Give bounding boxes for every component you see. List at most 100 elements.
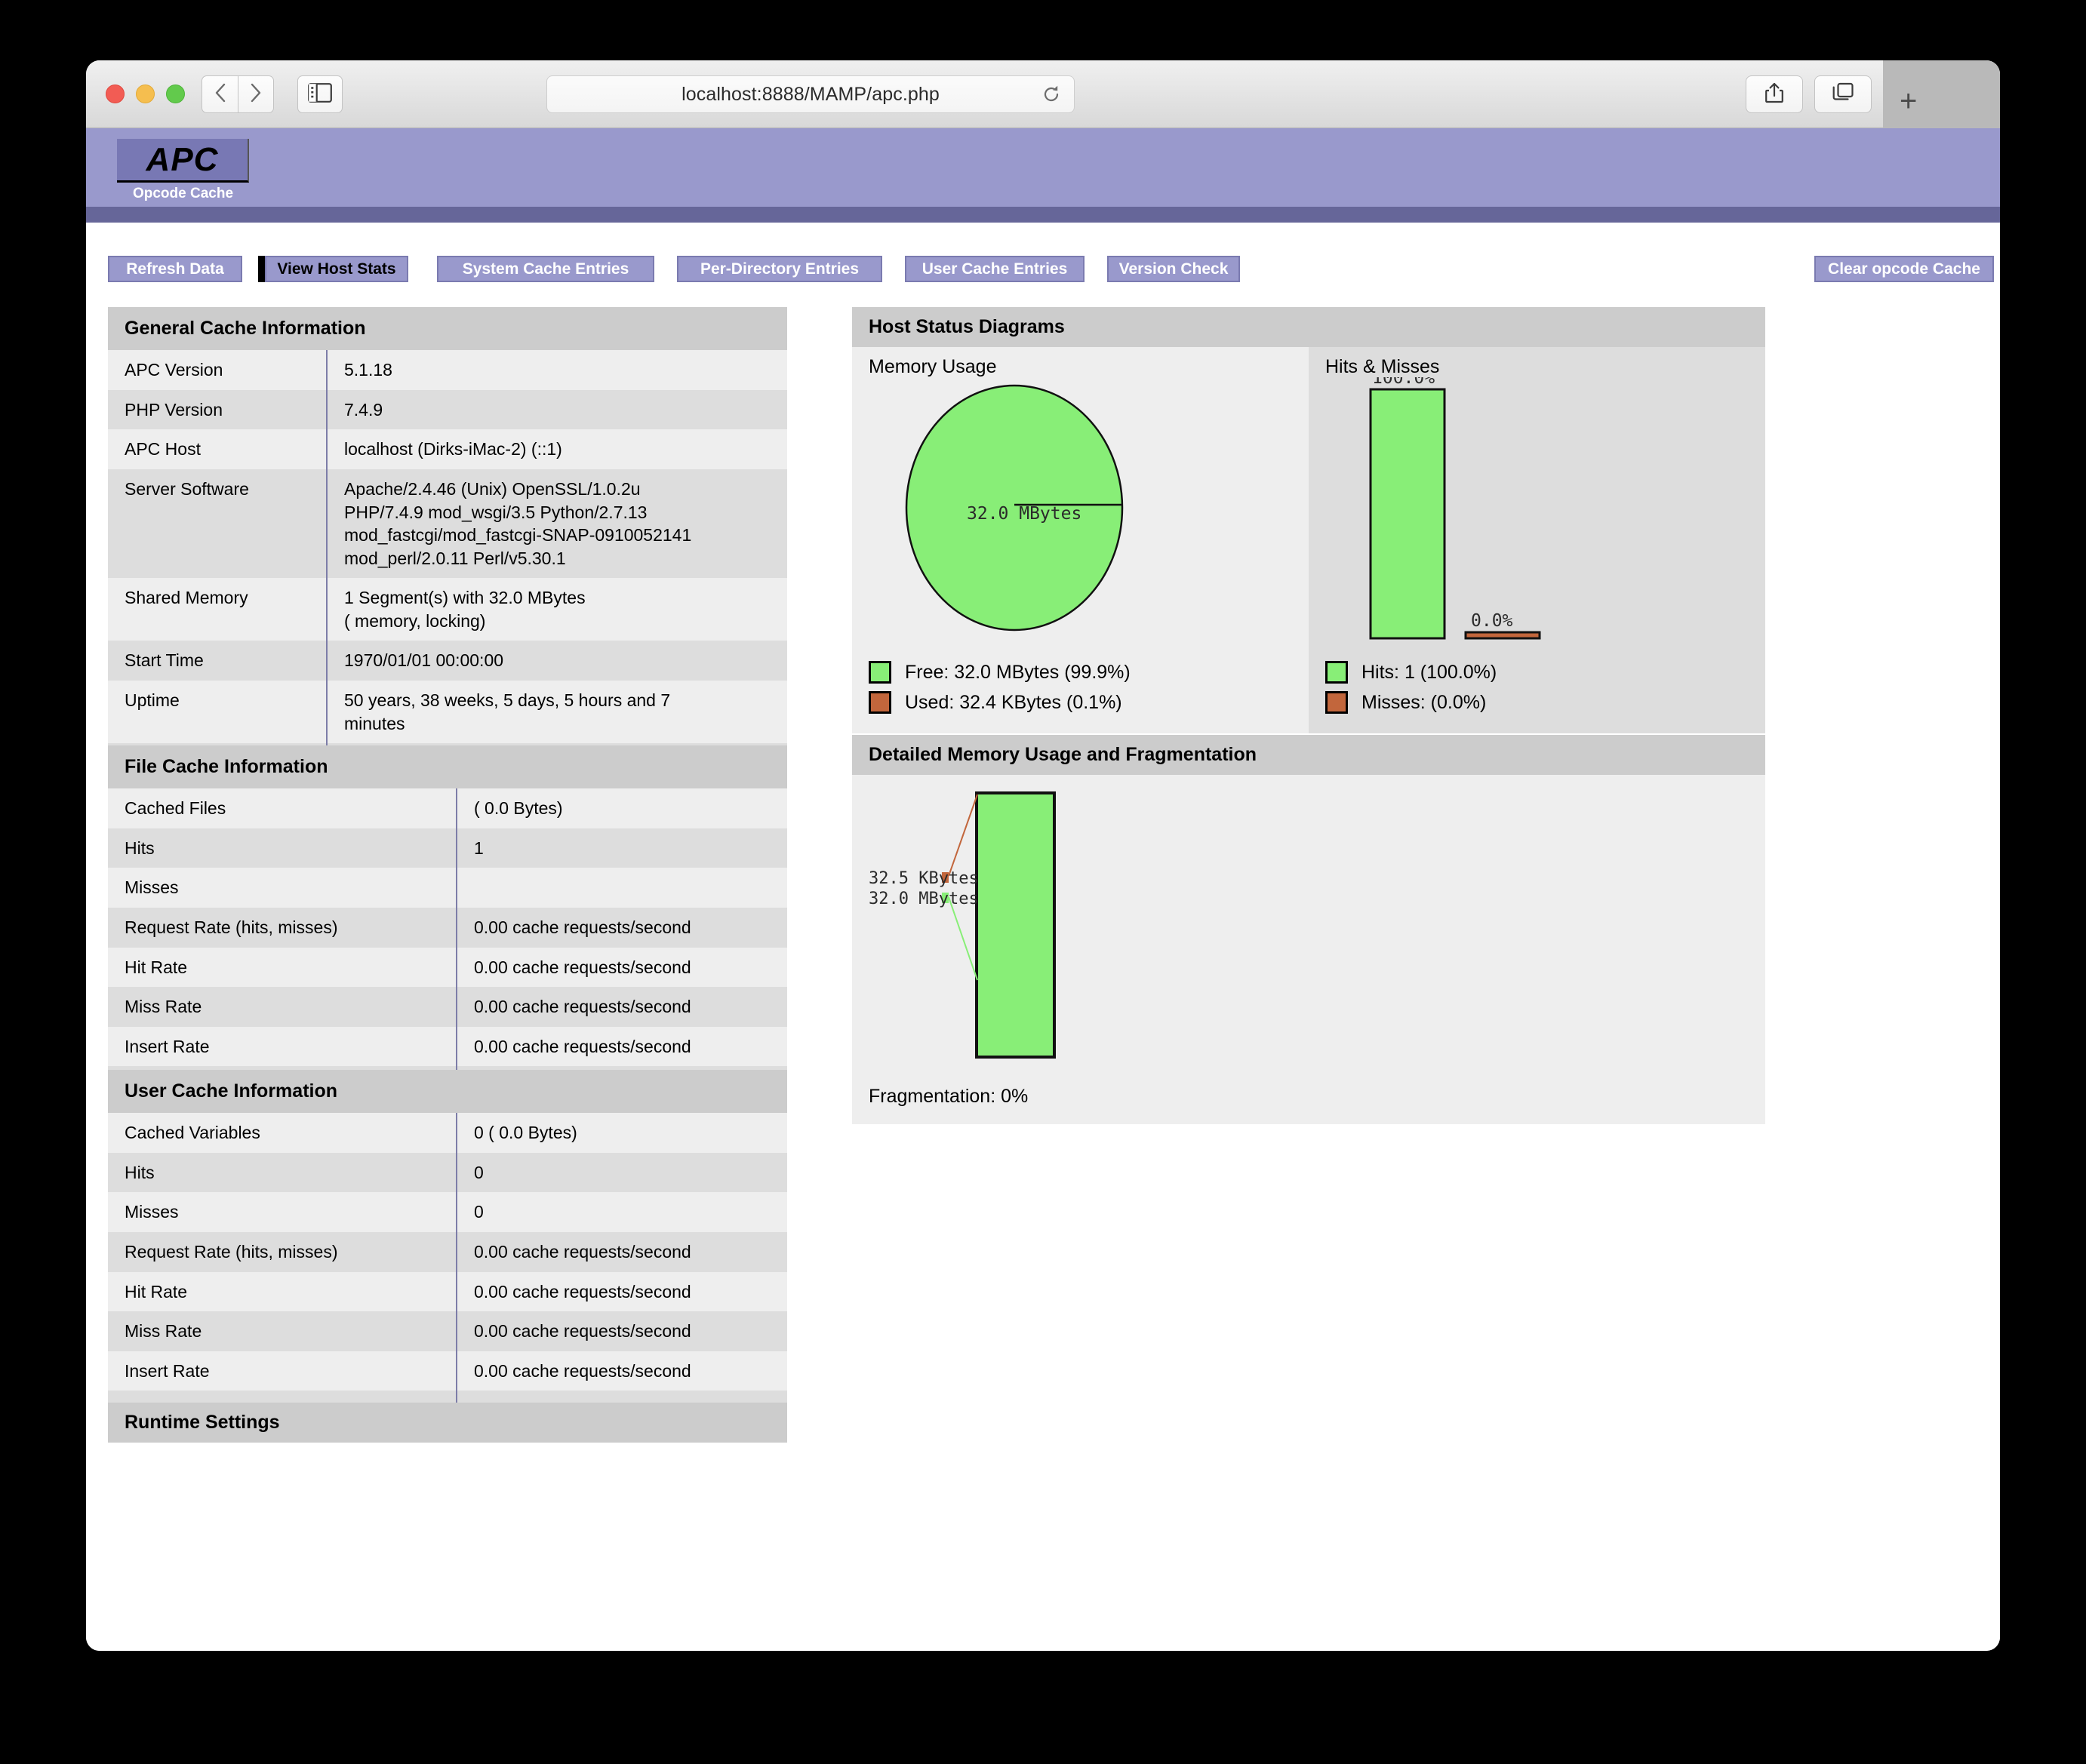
table-cell-key: PHP Version [108,389,327,430]
tab-overview-button[interactable] [1814,75,1872,113]
file-cache-table-header-row: File Cache Information [108,745,787,789]
apc-toolbar: Refresh Data View Host Stats System Cache … [86,256,2000,300]
chevron-right-icon [248,81,263,108]
svg-text:32.0 MBytes: 32.0 MBytes [869,890,979,908]
legend-label: Misses: (0.0%) [1361,691,1487,713]
apc-header-banner: APC Opcode Cache [86,128,2000,223]
table-cell-key: Misses [108,1192,457,1232]
legend-item: Free: 32.0 MBytes (99.9%) [869,661,1309,684]
table-cell-value: 50 years, 38 weeks, 5 days, 5 hours and … [326,681,787,744]
table-cell-value: 0 [456,1192,787,1232]
table-cell-value: localhost (Dirks-iMac-2) (::1) [326,429,787,469]
table-cell-key: Hits [108,1152,457,1193]
table-cell-key: Server Software [108,469,327,579]
clear-opcode-cache-button[interactable]: Clear opcode Cache [1814,256,1994,282]
table-cell-key: Request Rate (hits, misses) [108,907,457,948]
apc-subtitle: Opcode Cache [132,186,234,201]
sidebar-toggle-button[interactable] [297,75,343,113]
legend-item: Misses: (0.0%) [1325,691,1765,714]
legend-swatch [869,691,891,714]
table-cell-value: 1970/01/01 00:00:00 [326,641,787,681]
table-cell-value: 7.4.9 [326,389,787,430]
table-row: Misses 0 [108,1192,787,1232]
legend-swatch [1325,691,1348,714]
table-row: PHP Version 7.4.9 [108,389,787,430]
runtime-settings-header[interactable]: Runtime Settings [108,1403,787,1443]
host-status-diagram-row: Memory Usage 32.0 MBytes Free: 32.0 MBytes… [852,347,1765,733]
hits-misses-chart: Hits & Misses 100.0% 0.0% Hits: 1 (100.0%) M… [1309,347,1765,733]
table-cell-value: 0.00 cache requests/second [456,1271,787,1312]
table-row: Shared Memory 1 Segment(s) with 32.0 MByt… [108,578,787,641]
detailed-memory-panel: Detailed Memory Usage and Fragmentation 3… [852,735,1765,1124]
legend-swatch [869,661,891,684]
detailed-memory-chart: 32.5 KBytes 32.0 MBytes Fragmentation: 0% [852,775,1765,1124]
table-cell-value: 0.00 cache requests/second [456,1311,787,1351]
address-bar[interactable]: localhost:8888/MAMP/apc.php [546,75,1075,113]
table-row: Insert Rate 0.00 cache requests/second [108,1026,787,1067]
hits-misses-bars: 100.0% 0.0% [1309,368,1765,664]
table-row: Hit Rate 0.00 cache requests/second [108,1271,787,1312]
user-cache-table-title: User Cache Information [108,1070,787,1114]
table-cell-key: APC Host [108,429,327,469]
svg-text:100.0%: 100.0% [1372,377,1435,388]
close-window-button[interactable] [106,85,125,103]
share-icon [1764,81,1784,108]
table-cell-value: 1 [456,828,787,868]
file-cache-table: File Cache Information Cached Files( 0.0 … [108,745,787,1106]
svg-text:32.0 MBytes: 32.0 MBytes [967,504,1081,524]
minimize-window-button[interactable] [136,85,155,103]
toolbar-button-view-host-stats[interactable]: View Host Stats [265,256,408,282]
legend-swatch [1325,661,1348,684]
toolbar-button-refresh-data[interactable]: Refresh Data [108,256,242,282]
table-cell-value: 1 Segment(s) with 32.0 MBytes ( memory, … [326,578,787,641]
table-row: Hits 1 [108,828,787,868]
table-row: Cached Variables 0 ( 0.0 Bytes) [108,1113,787,1153]
table-row: Miss Rate 0.00 cache requests/second [108,1311,787,1351]
table-row: Hits 0 [108,1152,787,1193]
table-cell-value: 0.00 cache requests/second [456,947,787,988]
table-row: Uptime 50 years, 38 weeks, 5 days, 5 hour… [108,681,787,744]
table-row: Miss Rate 0.00 cache requests/second [108,987,787,1027]
toolbar-button-per-directory-entries[interactable]: Per-Directory Entries [677,256,882,282]
table-cell-key: Miss Rate [108,987,457,1027]
new-tab-label: + [1900,84,1918,118]
apc-logo-text: APC [146,140,219,178]
table-cell-key: Uptime [108,681,327,744]
general-cache-table-header-row: General Cache Information [108,307,787,351]
table-cell-value: 0 [456,1152,787,1193]
back-button[interactable] [202,75,238,113]
chevron-left-icon [213,81,228,108]
table-cell-key: Request Rate (hits, misses) [108,1231,457,1272]
hits-misses-chart-title: Hits & Misses [1325,356,1440,377]
browser-window: localhost:8888/MAMP/apc.php + APC Opcode… [86,60,2000,1651]
toolbar-button-user-cache-entries[interactable]: User Cache Entries [905,256,1085,282]
table-row: Insert Rate 0.00 cache requests/second [108,1351,787,1391]
table-cell-key: Insert Rate [108,1351,457,1391]
table-row: APC Host localhost (Dirks-iMac-2) (::1) [108,429,787,469]
table-row: Request Rate (hits, misses) 0.00 cache re… [108,1231,787,1272]
table-cell-key: Hit Rate [108,947,457,988]
detailed-memory-title: Detailed Memory Usage and Fragmentation [852,735,1765,775]
table-cell-value: 0.00 cache requests/second [456,1231,787,1272]
share-button[interactable] [1746,75,1803,113]
table-row: APC Version 5.1.18 [108,350,787,390]
table-cell-value: Apache/2.4.46 (Unix) OpenSSL/1.0.2u PHP/… [326,469,787,579]
legend-item: Hits: 1 (100.0%) [1325,661,1765,684]
legend-label: Free: 32.0 MBytes (99.9%) [905,661,1131,683]
file-cache-table-title: File Cache Information [108,745,787,789]
table-cell-value: ( 0.0 Bytes) [456,788,787,828]
table-cell-key: APC Version [108,350,327,390]
memory-usage-chart: Memory Usage 32.0 MBytes Free: 32.0 MBytes… [852,347,1309,733]
forward-button[interactable] [238,75,274,113]
legend-label: Used: 32.4 KBytes (0.1%) [905,691,1122,713]
user-cache-table: User Cache Information Cached Variables 0 … [108,1070,787,1431]
toolbar-button-system-cache-entries[interactable]: System Cache Entries [437,256,654,282]
tab-overview-icon [1832,82,1854,107]
maximize-window-button[interactable] [166,85,185,103]
legend-label: Hits: 1 (100.0%) [1361,661,1497,683]
toolbar-button-version-check[interactable]: Version Check [1107,256,1240,282]
reload-icon[interactable] [1039,82,1063,106]
svg-text:0.0%: 0.0% [1471,611,1513,631]
table-row: Misses [108,868,787,908]
table-cell-key: Miss Rate [108,1311,457,1351]
